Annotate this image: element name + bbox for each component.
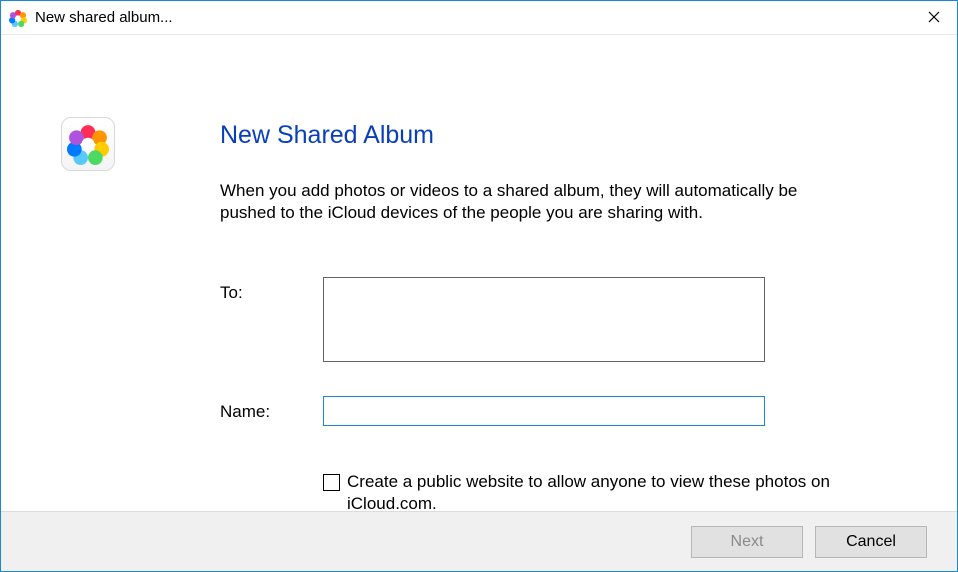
dialog-content: New Shared Album When you add photos or … xyxy=(1,35,957,511)
close-button[interactable] xyxy=(911,1,957,35)
name-label: Name: xyxy=(220,402,270,422)
to-field[interactable] xyxy=(323,277,765,362)
close-icon xyxy=(928,8,940,27)
page-title: New Shared Album xyxy=(220,121,434,150)
titlebar: New shared album... xyxy=(1,1,957,35)
cancel-button[interactable]: Cancel xyxy=(815,526,927,558)
window-title: New shared album... xyxy=(35,9,173,26)
dialog-footer: Next Cancel xyxy=(1,511,957,571)
photos-icon xyxy=(61,117,115,171)
dialog-window: New shared album... Ne xyxy=(0,0,958,572)
public-website-label[interactable]: Create a public website to allow anyone … xyxy=(347,471,883,515)
description-text: When you add photos or videos to a share… xyxy=(220,180,840,224)
next-button[interactable]: Next xyxy=(691,526,803,558)
public-website-checkbox[interactable] xyxy=(323,474,340,491)
to-label: To: xyxy=(220,283,243,303)
name-field[interactable] xyxy=(323,396,765,426)
photos-app-icon xyxy=(9,9,27,27)
